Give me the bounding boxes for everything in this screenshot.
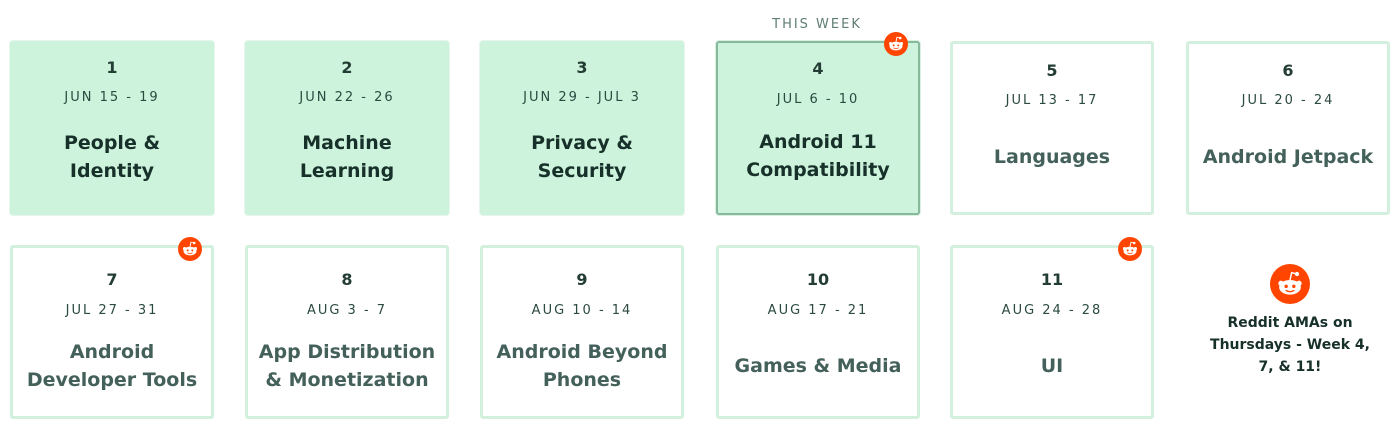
week-card-10[interactable]: 10 AUG 17 - 21 Games & Media [716,245,920,419]
week-topic: UI [1040,355,1064,377]
week-number: 2 [341,58,353,77]
week-dates: AUG 24 - 28 [1001,303,1103,318]
week-number: 5 [1046,61,1058,80]
week-topic: Android Beyond Phones [496,341,668,391]
week-number: 9 [576,270,588,289]
week-dates: JUL 6 - 10 [776,92,860,107]
week-dates: JUL 27 - 31 [65,303,159,318]
week-topic: Games & Media [734,355,902,377]
week-card-5[interactable]: 5 JUL 13 - 17 Languages [950,41,1154,215]
week-number: 3 [576,58,588,77]
week-card-9[interactable]: 9 AUG 10 - 14 Android Beyond Phones [480,245,684,419]
week-number: 8 [341,270,353,289]
week-dates: JUN 15 - 19 [64,90,160,105]
week-card-4[interactable]: 4 JUL 6 - 10 Android 11 Compatibility [716,41,920,215]
week-card-8[interactable]: 8 AUG 3 - 7 App Distribution & Monetizat… [245,245,449,419]
week-card-11[interactable]: 11 AUG 24 - 28 UI [950,245,1154,419]
reddit-ama-note: Reddit AMAs on Thursdays - Week 4, 7, & … [1190,264,1390,378]
week-topic: Languages [993,146,1111,168]
week-topic: Machine Learning [299,132,395,182]
week-dates: AUG 10 - 14 [531,303,633,318]
week-card-2[interactable]: 2 JUN 22 - 26 Machine Learning [245,41,449,215]
week-topic: Privacy & Security [531,132,633,182]
week-dates: JUL 13 - 17 [1005,93,1099,108]
week-number: 10 [806,270,830,289]
week-number: 1 [106,58,118,77]
reddit-icon[interactable] [884,32,908,56]
week-dates: AUG 17 - 21 [767,303,869,318]
week-topic: Android 11 Compatibility [746,131,890,181]
week-card-3[interactable]: 3 JUN 29 - JUL 3 Privacy & Security [480,41,684,215]
reddit-icon[interactable] [178,237,202,261]
this-week-label: THIS WEEK [772,17,862,32]
week-number: 11 [1040,270,1064,289]
week-number: 7 [106,270,118,289]
reddit-icon[interactable] [1118,237,1142,261]
week-topic: People & Identity [63,132,161,182]
week-dates: JUN 22 - 26 [299,90,395,105]
reddit-icon[interactable] [1270,264,1310,304]
week-card-1[interactable]: 1 JUN 15 - 19 People & Identity [10,41,214,215]
week-number: 4 [812,59,824,78]
week-topic: Android Jetpack [1202,146,1374,168]
week-topic: App Distribution & Monetization [258,341,436,391]
week-number: 6 [1282,61,1294,80]
week-dates: JUL 20 - 24 [1241,93,1335,108]
week-dates: AUG 3 - 7 [306,303,388,318]
ama-schedule-text: Reddit AMAs on Thursdays - Week 4, 7, & … [1210,315,1370,375]
week-topic: Android Developer Tools [26,341,198,391]
week-dates: JUN 29 - JUL 3 [523,90,641,105]
week-card-6[interactable]: 6 JUL 20 - 24 Android Jetpack [1186,41,1390,215]
week-card-7[interactable]: 7 JUL 27 - 31 Android Developer Tools [10,245,214,419]
